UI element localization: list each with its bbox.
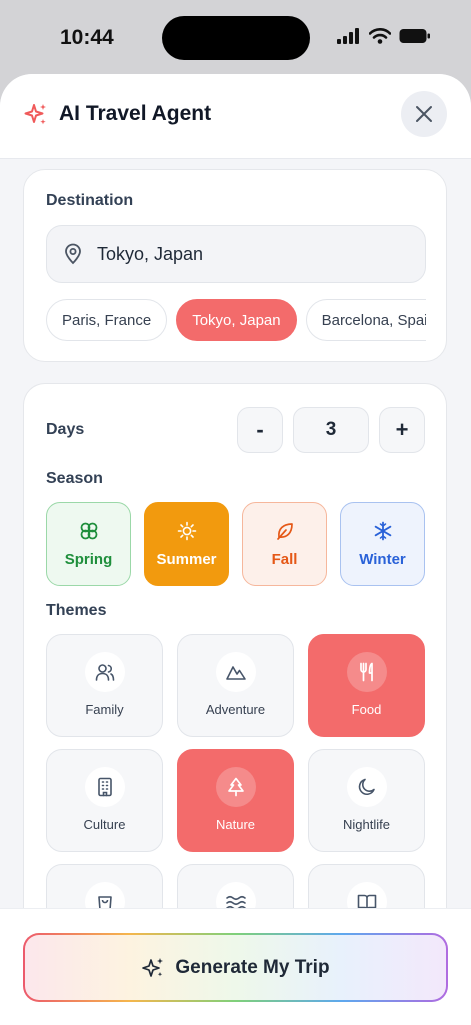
map-pin-icon [65, 243, 81, 265]
utensils-icon [359, 662, 373, 682]
days-value[interactable]: 3 [293, 407, 369, 453]
theme-nightlife[interactable]: Nightlife [308, 749, 425, 852]
status-bar: 10:44 [0, 0, 471, 74]
theme-adventure[interactable]: Adventure [177, 634, 294, 737]
themes-label: Themes [46, 602, 107, 619]
theme-food[interactable]: Food [308, 634, 425, 737]
season-label: Season [46, 470, 103, 487]
theme-icon-wrap [84, 767, 125, 807]
destination-input[interactable]: Tokyo, Japan [46, 225, 426, 283]
generate-trip-button-inner: Generate My Trip [25, 935, 446, 1000]
theme-label-culture: Culture [83, 817, 126, 832]
theme-icon-wrap [84, 652, 125, 692]
dynamic-island [162, 16, 310, 60]
theme-culture[interactable]: Culture [46, 749, 163, 852]
snowflake-icon [374, 521, 391, 540]
moon-icon [358, 778, 375, 796]
travel-agent-sheet: AI Travel Agent Destination Tokyo, Japan… [0, 74, 471, 1024]
days-increment-button[interactable]: + [379, 407, 425, 453]
clover-icon [80, 522, 97, 539]
season-winter[interactable]: Winter [340, 502, 425, 586]
system-icons [337, 28, 431, 44]
theme-label-family: Family [85, 702, 124, 717]
season-label-spring: Spring [64, 550, 113, 568]
battery-icon [399, 29, 430, 43]
sparkles-icon [24, 104, 46, 125]
generate-trip-label: Generate My Trip [175, 956, 330, 978]
season-label-fall: Fall [271, 550, 298, 568]
status-time: 10:44 [60, 26, 114, 49]
mountain-icon [225, 666, 246, 680]
theme-label-food: Food [351, 702, 382, 717]
theme-label-nightlife: Nightlife [343, 817, 390, 832]
theme-icon-wrap [215, 767, 256, 807]
theme-nature[interactable]: Nature [177, 749, 294, 852]
theme-icon-wrap [346, 652, 387, 692]
days-label: Days [46, 421, 85, 438]
suggestion-chip-barcelona[interactable]: Barcelona, Spain [305, 299, 426, 341]
close-button[interactable] [401, 91, 447, 137]
building-icon [97, 777, 112, 797]
season-fall[interactable]: Fall [242, 502, 327, 586]
theme-label-nature: Nature [215, 817, 256, 832]
days-decrement-button[interactable]: - [237, 407, 283, 453]
close-icon [416, 106, 432, 122]
sheet-header: AI Travel Agent [0, 74, 471, 159]
sun-icon [177, 521, 196, 540]
leaf-icon [276, 522, 293, 540]
wifi-icon [369, 28, 391, 44]
suggestion-chip-tokyo[interactable]: Tokyo, Japan [176, 299, 297, 341]
suggestion-chip-paris[interactable]: Paris, France [46, 299, 168, 341]
sparkles-icon [142, 957, 164, 977]
tree-icon [227, 777, 244, 797]
theme-label-adventure: Adventure [205, 702, 266, 717]
theme-icon-wrap [215, 652, 256, 692]
destination-card: Destination Tokyo, Japan Paris, France T… [23, 169, 447, 362]
season-label-winter: Winter [359, 550, 406, 568]
bottom-action-bar: Generate My Trip [0, 908, 471, 1025]
season-options: Spring Summer Fall Winter [46, 502, 426, 586]
generate-trip-button[interactable]: Generate My Trip [23, 933, 448, 1002]
theme-family[interactable]: Family [46, 634, 163, 737]
destination-value: Tokyo, Japan [97, 243, 204, 264]
destination-label: Destination [46, 192, 134, 209]
users-icon [95, 664, 114, 681]
page-title: AI Travel Agent [59, 102, 212, 125]
theme-icon-wrap [346, 767, 387, 807]
signal-icon [337, 28, 359, 44]
season-spring[interactable]: Spring [46, 502, 131, 586]
season-label-summer: Summer [156, 550, 217, 568]
season-summer[interactable]: Summer [144, 502, 229, 586]
destination-suggestions: Paris, France Tokyo, Japan Barcelona, Sp… [46, 299, 426, 343]
